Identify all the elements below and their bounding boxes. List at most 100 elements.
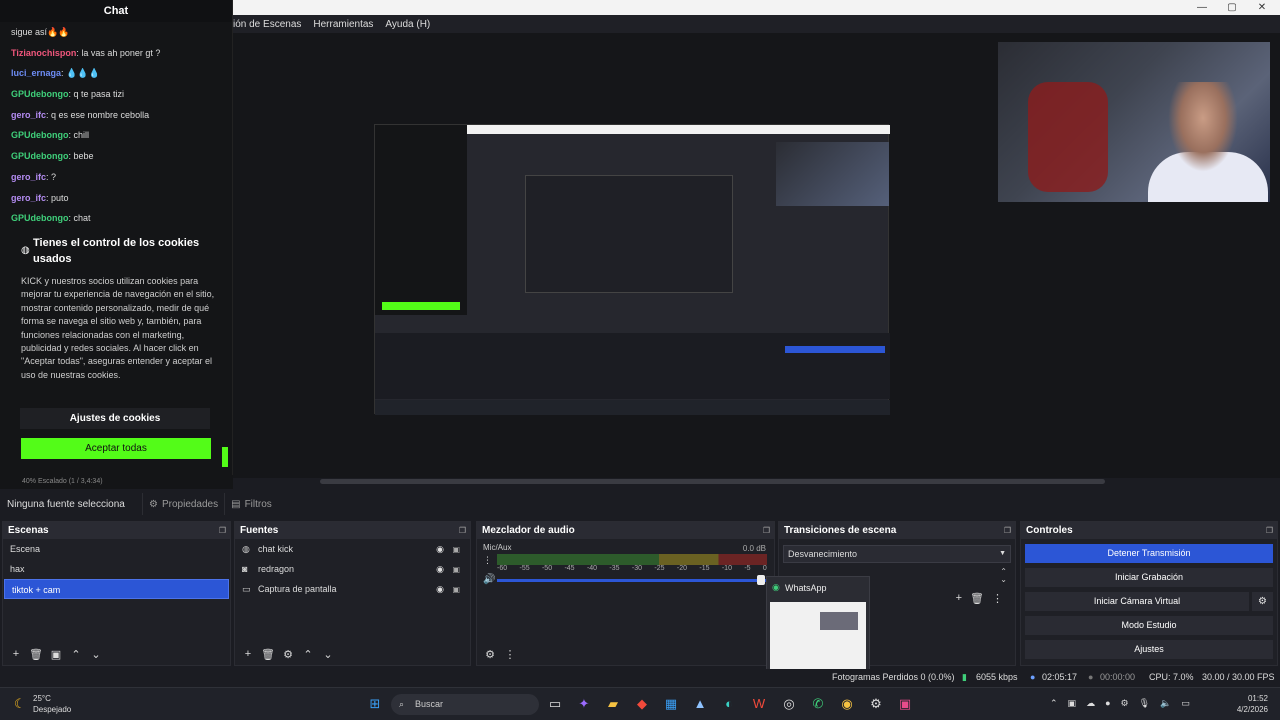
maximize-button[interactable]: ▢	[1218, 0, 1246, 15]
gear-icon[interactable]: ⚙	[483, 648, 497, 661]
start-virtual-camera-button[interactable]: Iniciar Cámara Virtual	[1025, 592, 1249, 611]
sources-footer: + 🗑 ⚙ ⌃ ⌄	[235, 643, 470, 665]
chevron-up-icon[interactable]: ⌃	[1050, 698, 1058, 709]
eye-icon[interactable]: ◉	[436, 584, 444, 595]
dock-popout-icon[interactable]: ❐	[459, 522, 466, 539]
scene-item[interactable]: tiktok + cam	[4, 579, 229, 599]
dock-popout-icon[interactable]: ❐	[1004, 522, 1011, 539]
rec-time: 00:00:00	[1100, 672, 1136, 682]
chat-username[interactable]: gero_ifc	[11, 193, 46, 203]
kebab-icon[interactable]: ⋮	[503, 648, 517, 661]
source-item[interactable]: ▭ Captura de pantalla ◉ ▣	[235, 579, 470, 599]
kebab-icon[interactable]: ⋮	[483, 555, 492, 566]
eye-icon[interactable]: ◉	[436, 544, 444, 555]
chat-text: : chill	[68, 130, 90, 141]
weather-moon-icon: ☾	[14, 696, 26, 711]
cookie-accept-button[interactable]: Aceptar todas	[21, 438, 211, 459]
chat-username[interactable]: Tizianochispon	[11, 48, 76, 58]
lock-icon[interactable]: ▣	[452, 565, 460, 574]
app-mountain-icon[interactable]: ▲	[691, 695, 709, 713]
menu-scene-collection[interactable]: ión de Escenas	[233, 19, 307, 30]
speaker-icon[interactable]: 🔊	[483, 574, 495, 585]
cookie-icon: ◍	[21, 245, 30, 256]
eye-icon[interactable]: ◉	[436, 564, 444, 575]
down-arrow-icon[interactable]: ⌄	[89, 648, 103, 661]
scene-item[interactable]: hax	[3, 559, 230, 579]
lock-icon[interactable]: ▣	[452, 545, 460, 554]
edge-icon[interactable]: ◐	[720, 695, 738, 713]
whatsapp-taskbar-icon[interactable]: ✆	[809, 695, 827, 713]
settings-gear-icon[interactable]: ⚙	[867, 695, 885, 713]
up-arrow-icon[interactable]: ⌃	[69, 648, 83, 661]
down-arrow-icon[interactable]: ⌄	[321, 648, 335, 661]
app-diamond-icon[interactable]: ◆	[633, 695, 651, 713]
chat-username[interactable]: GPUdebongo	[11, 130, 69, 140]
chat-text: : 💧💧💧	[61, 68, 100, 79]
chat-message: GPUdebongo: q te pasa tizi	[0, 84, 232, 105]
properties-button[interactable]: ⚙ Propiedades	[142, 493, 224, 515]
trash-icon[interactable]: 🗑	[261, 648, 275, 661]
menu-help[interactable]: Ayuda (H)	[379, 19, 436, 30]
studio-mode-button[interactable]: Modo Estudio	[1025, 616, 1273, 635]
windows-start-icon[interactable]: ⊞	[366, 695, 384, 713]
up-arrow-icon[interactable]: ⌃	[301, 648, 315, 661]
chat-username[interactable]: GPUdebongo	[11, 89, 69, 99]
gear-icon[interactable]: ⚙	[281, 648, 295, 661]
chat-username[interactable]: gero_ifc	[11, 110, 46, 120]
copilot-icon[interactable]: ✦	[575, 695, 593, 713]
weather-widget[interactable]: 25°C Despejado	[33, 693, 71, 715]
chrome-icon[interactable]: ◉	[838, 695, 856, 713]
chevron-down-icon: ▼	[999, 550, 1006, 557]
gear-icon[interactable]: ⚙	[1252, 592, 1273, 611]
tray-cloud-icon[interactable]: ☁	[1086, 698, 1095, 709]
obs-icon[interactable]: ◎	[780, 695, 798, 713]
preview-scrollbar[interactable]	[320, 479, 1105, 484]
tray-record-icon[interactable]: ●	[1105, 698, 1110, 709]
taskbar-search[interactable]: ⌕ Buscar	[391, 694, 539, 715]
volume-slider-handle[interactable]	[757, 575, 765, 585]
minimize-button[interactable]: —	[1188, 0, 1216, 15]
trash-icon[interactable]: 🗑	[29, 648, 43, 661]
volume-icon[interactable]: 🔈	[1160, 698, 1171, 709]
store-icon[interactable]: ▦	[662, 695, 680, 713]
dock-popout-icon[interactable]: ❐	[219, 522, 226, 539]
source-item[interactable]: ◙ redragon ◉ ▣	[235, 559, 470, 579]
chat-username[interactable]: luci_ernaga	[11, 68, 61, 78]
add-icon[interactable]: +	[241, 648, 255, 660]
dock-popout-icon[interactable]: ❐	[1266, 522, 1273, 539]
trash-icon[interactable]: 🗑	[970, 592, 984, 605]
duration-spinner-icon[interactable]: ⌃ ⌄	[1000, 568, 1007, 584]
task-view-icon[interactable]: ▭	[546, 695, 564, 713]
start-recording-button[interactable]: Iniciar Grabación	[1025, 568, 1273, 587]
kebab-icon[interactable]: ⋮	[992, 592, 1003, 605]
app-box-icon[interactable]: ▣	[896, 695, 914, 713]
chat-username[interactable]: GPUdebongo	[11, 213, 69, 223]
add-icon[interactable]: +	[956, 592, 962, 605]
filter-icon[interactable]: ▣	[49, 648, 63, 661]
tray-app-icon[interactable]: ▣	[1068, 698, 1077, 709]
cookie-banner: ◍ Tienes el control de los cookies usado…	[8, 230, 222, 472]
dock-popout-icon[interactable]: ❐	[763, 522, 770, 539]
add-icon[interactable]: +	[9, 648, 23, 660]
chat-username[interactable]: GPUdebongo	[11, 151, 69, 161]
lock-icon[interactable]: ▣	[452, 585, 460, 594]
battery-icon[interactable]: ▭	[1181, 698, 1190, 709]
mic-icon[interactable]: 🎙	[1139, 698, 1150, 709]
filters-button[interactable]: ▤ Filtros	[224, 493, 278, 515]
cookie-settings-button[interactable]: Ajustes de cookies	[20, 408, 210, 429]
wps-icon[interactable]: W	[750, 695, 768, 713]
chat-username[interactable]: gero_ifc	[11, 172, 46, 182]
stop-streaming-button[interactable]: Detener Transmisión	[1025, 544, 1273, 563]
menu-tools[interactable]: Herramientas	[307, 19, 379, 30]
close-button[interactable]: ✕	[1248, 0, 1276, 15]
volume-slider[interactable]	[497, 579, 767, 582]
tray-gear-icon[interactable]: ⚙	[1121, 698, 1129, 709]
whatsapp-thumbnail[interactable]	[770, 602, 866, 674]
file-explorer-icon[interactable]: ▰	[604, 695, 622, 713]
scene-item[interactable]: Escena	[3, 539, 230, 559]
transition-select[interactable]: Desvanecimiento ▼	[783, 545, 1011, 563]
whatsapp-preview-popup[interactable]: ◉ WhatsApp	[766, 576, 870, 677]
source-item[interactable]: ◍ chat kick ◉ ▣	[235, 539, 470, 559]
system-clock[interactable]: 01:52 4/2/2026	[1237, 693, 1268, 715]
settings-button[interactable]: Ajustes	[1025, 640, 1273, 659]
